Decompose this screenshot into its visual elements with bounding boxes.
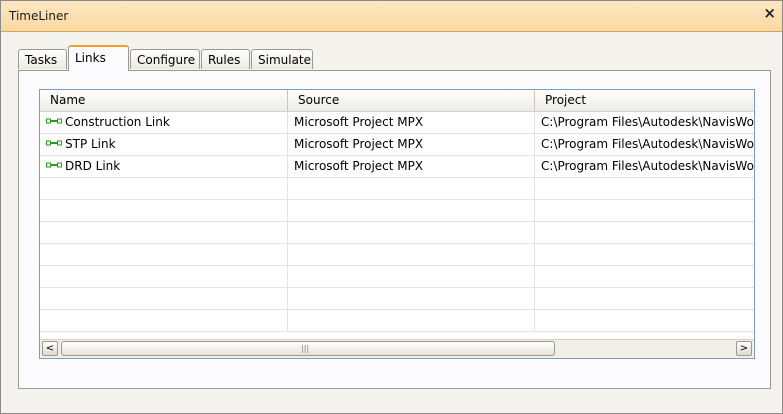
horizontal-scrollbar[interactable]: < ||| > <box>40 339 754 358</box>
empty-cell <box>40 222 288 243</box>
title-bar: TimeLiner × <box>1 1 782 32</box>
empty-cell <box>40 310 288 331</box>
empty-row <box>40 288 754 310</box>
empty-cell <box>288 178 535 199</box>
tab-links[interactable]: Links <box>68 45 129 71</box>
cell-name: STP Link <box>40 134 288 155</box>
table-row[interactable]: Construction Link Microsoft Project MPX … <box>40 112 754 134</box>
links-table: Name Source Project Construction Link Mi… <box>39 89 755 359</box>
link-name: STP Link <box>65 137 116 151</box>
close-icon[interactable]: × <box>763 5 776 21</box>
empty-cell <box>40 244 288 265</box>
table-row[interactable]: STP Link Microsoft Project MPX C:\Progra… <box>40 134 754 156</box>
column-header-project[interactable]: Project <box>535 90 754 111</box>
empty-row <box>40 266 754 288</box>
tab-simulate[interactable]: Simulate <box>251 49 313 69</box>
cell-source: Microsoft Project MPX <box>288 156 535 177</box>
cell-source: Microsoft Project MPX <box>288 134 535 155</box>
table-row[interactable]: DRD Link Microsoft Project MPX C:\Progra… <box>40 156 754 178</box>
cell-project: C:\Program Files\Autodesk\NavisWo... <box>541 159 755 173</box>
link-icon <box>46 162 62 168</box>
cell-source: Microsoft Project MPX <box>288 112 535 133</box>
table-header: Name Source Project <box>40 90 754 112</box>
grip-icon: ||| <box>301 344 310 353</box>
empty-row <box>40 178 754 200</box>
empty-cell <box>288 222 535 243</box>
empty-cell <box>40 200 288 221</box>
tab-tasks[interactable]: Tasks <box>18 49 67 69</box>
empty-cell <box>288 288 535 309</box>
link-name: Construction Link <box>65 115 170 129</box>
empty-row <box>40 222 754 244</box>
empty-cell <box>40 288 288 309</box>
empty-cell <box>40 178 288 199</box>
cell-name: Construction Link <box>40 112 288 133</box>
cell-project: C:\Program Files\Autodesk\NavisWo... <box>541 115 755 129</box>
column-header-name[interactable]: Name <box>40 90 288 111</box>
empty-cell <box>288 266 535 287</box>
tab-configure[interactable]: Configure <box>130 49 200 69</box>
links-panel: Name Source Project Construction Link Mi… <box>18 70 771 389</box>
scroll-right-button[interactable]: > <box>736 341 752 356</box>
scroll-thumb[interactable]: ||| <box>61 341 555 356</box>
window-title: TimeLiner <box>9 9 69 23</box>
link-icon <box>46 140 62 146</box>
empty-cell <box>288 310 535 331</box>
empty-row <box>40 200 754 222</box>
timeliner-window: TimeLiner × Tasks Links Configure Rules … <box>0 0 783 414</box>
cell-project: C:\Program Files\Autodesk\NavisWo... <box>541 137 755 151</box>
cell-name: DRD Link <box>40 156 288 177</box>
empty-cell <box>40 266 288 287</box>
empty-cell <box>288 244 535 265</box>
column-header-source[interactable]: Source <box>288 90 535 111</box>
scroll-left-button[interactable]: < <box>42 341 58 356</box>
empty-cell <box>288 200 535 221</box>
link-name: DRD Link <box>65 159 121 173</box>
tab-rules[interactable]: Rules <box>201 49 250 69</box>
empty-row <box>40 244 754 266</box>
link-icon <box>46 118 62 124</box>
empty-row <box>40 310 754 332</box>
